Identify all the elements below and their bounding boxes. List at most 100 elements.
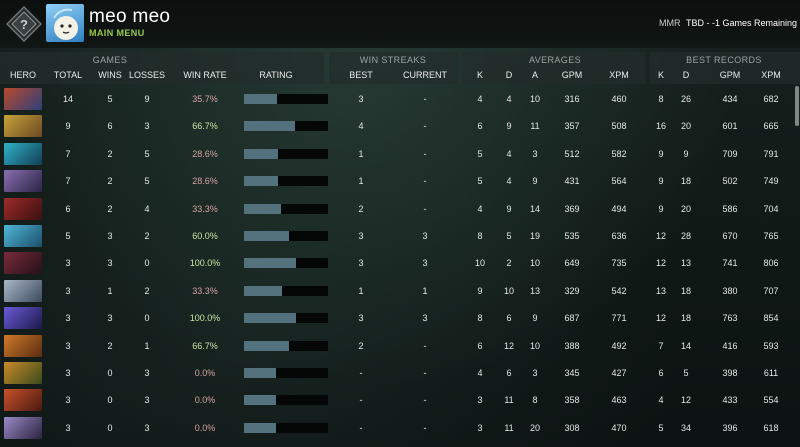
- hero-portrait[interactable]: [4, 170, 42, 193]
- avg-kills-cell: 4: [477, 203, 483, 214]
- hero-portrait[interactable]: [4, 197, 42, 220]
- table-row[interactable]: 5 3 2 60.0% 3 3 8 5 19 535 636 12 28 670 765: [0, 223, 800, 250]
- best-deaths-cell: 14: [680, 340, 691, 351]
- col-best-xpm[interactable]: XPM: [756, 70, 786, 80]
- col-best-kills[interactable]: K: [651, 70, 671, 80]
- table-row[interactable]: 9 6 3 66.7% 4 - 6 9 11 357 508 16 20 601 665: [0, 113, 800, 140]
- hero-portrait[interactable]: [4, 416, 42, 439]
- avg-xpm-cell: 542: [611, 285, 627, 296]
- avg-deaths-cell: 4: [506, 148, 512, 159]
- best-xpm-cell: 765: [763, 231, 779, 241]
- avg-xpm-cell: 427: [611, 368, 627, 378]
- hero-portrait[interactable]: [4, 88, 42, 110]
- hero-portrait[interactable]: [4, 225, 42, 247]
- col-deaths[interactable]: D: [499, 70, 519, 80]
- wins-cell: 0: [107, 368, 113, 378]
- col-xpm[interactable]: XPM: [604, 70, 634, 80]
- best-gpm-cell: 380: [722, 285, 738, 296]
- wins-cell: 3: [107, 313, 113, 324]
- avg-kills-cell: 8: [477, 313, 483, 324]
- win-rate-cell: 28.6%: [192, 176, 218, 187]
- hero-portrait[interactable]: [4, 142, 42, 165]
- table-row[interactable]: 3 0 3 0.0% - - 3 11 8 358 463 4 12 433 554: [0, 387, 800, 414]
- table-row[interactable]: 14 5 9 35.7% 3 - 4 4 10 316 460 8 26 434 682: [0, 86, 800, 113]
- table-row[interactable]: 7 2 5 28.6% 1 - 5 4 9 431 564 9 18 502 749: [0, 168, 800, 195]
- col-wins[interactable]: WINS: [92, 70, 128, 80]
- total-games-cell: 7: [65, 176, 71, 187]
- table-row[interactable]: 3 0 3 0.0% - - 3 11 20 308 470 5 34 396 618: [0, 415, 800, 442]
- losses-cell: 5: [144, 148, 150, 159]
- best-gpm-cell: 416: [722, 340, 738, 351]
- col-streak-current[interactable]: CURRENT: [400, 70, 450, 80]
- mmr-value: TBD - -1 Games Remaining: [686, 18, 798, 28]
- avatar[interactable]: [46, 4, 84, 42]
- best-kills-cell: 9: [658, 176, 664, 187]
- col-gpm[interactable]: GPM: [557, 70, 587, 80]
- scrollbar-thumb[interactable]: [795, 86, 799, 126]
- table-row[interactable]: 6 2 4 33.3% 2 - 4 9 14 369 494 9 20 586 704: [0, 196, 800, 223]
- streak-current-cell: -: [423, 121, 427, 132]
- avg-kills-cell: 4: [477, 368, 483, 378]
- main-menu-link[interactable]: MAIN MENU: [89, 28, 145, 38]
- table-row[interactable]: 3 3 0 100.0% 3 3 8 6 9 687 771 12 18 763 854: [0, 305, 800, 332]
- losses-cell: 3: [144, 121, 150, 132]
- best-xpm-cell: 707: [763, 285, 779, 296]
- col-win-rate[interactable]: WIN RATE: [180, 70, 230, 80]
- best-gpm-cell: 398: [722, 368, 738, 378]
- col-streak-best[interactable]: BEST: [341, 70, 381, 80]
- avg-xpm-cell: 463: [611, 395, 627, 406]
- avg-xpm-cell: 735: [611, 258, 627, 269]
- best-kills-cell: 12: [655, 313, 666, 324]
- best-deaths-cell: 28: [680, 231, 691, 241]
- best-kills-cell: 9: [658, 148, 664, 159]
- rank-medal-icon[interactable]: ?: [6, 6, 42, 42]
- avg-kills-cell: 4: [477, 94, 483, 104]
- table-row[interactable]: 3 1 2 33.3% 1 1 9 10 13 329 542 13 18 380 707: [0, 278, 800, 305]
- table-row[interactable]: 3 2 1 66.7% 2 - 6 12 10 388 492 7 14 416 593: [0, 333, 800, 360]
- col-hero[interactable]: HERO: [4, 70, 42, 80]
- wins-cell: 2: [107, 340, 113, 351]
- table-row[interactable]: 3 0 3 0.0% - - 4 6 3 345 427 6 5 398 611: [0, 360, 800, 387]
- hero-portrait[interactable]: [4, 115, 42, 138]
- avg-kills-cell: 3: [477, 395, 483, 406]
- best-deaths-cell: 9: [683, 148, 689, 159]
- col-rating[interactable]: RATING: [256, 70, 296, 80]
- win-rate-cell: 28.6%: [192, 148, 218, 159]
- avg-gpm-cell: 512: [564, 148, 580, 159]
- table-row[interactable]: 3 3 0 100.0% 3 3 10 2 10 649 735 12 13 741 806: [0, 250, 800, 277]
- hero-portrait[interactable]: [4, 362, 42, 384]
- best-gpm-cell: 433: [722, 395, 738, 406]
- hero-portrait[interactable]: [4, 279, 42, 302]
- avg-kills-cell: 8: [477, 231, 483, 241]
- win-rate-cell: 60.0%: [192, 231, 218, 241]
- avg-kills-cell: 3: [477, 422, 483, 433]
- col-losses[interactable]: LOSSES: [127, 70, 167, 80]
- col-assists[interactable]: A: [525, 70, 545, 80]
- streak-best-cell: -: [359, 395, 363, 406]
- avg-deaths-cell: 2: [506, 258, 512, 269]
- hero-portrait[interactable]: [4, 334, 42, 357]
- hero-portrait[interactable]: [4, 252, 42, 275]
- rating-bar: [244, 176, 328, 187]
- col-total[interactable]: TOTAL: [50, 70, 86, 80]
- rating-bar-fill: [244, 121, 296, 132]
- avg-assists-cell: 10: [529, 340, 540, 351]
- avg-deaths-cell: 9: [506, 121, 512, 132]
- col-best-deaths[interactable]: D: [676, 70, 696, 80]
- hero-portrait[interactable]: [4, 389, 42, 412]
- rating-bar: [244, 395, 328, 406]
- streak-best-cell: 2: [358, 203, 364, 214]
- streak-best-cell: 4: [358, 121, 364, 132]
- col-kills[interactable]: K: [470, 70, 490, 80]
- losses-cell: 3: [144, 368, 150, 378]
- table-row[interactable]: 7 2 5 28.6% 1 - 5 4 3 512 582 9 9 709 791: [0, 141, 800, 168]
- hero-portrait[interactable]: [4, 307, 42, 330]
- win-rate-cell: 33.3%: [192, 285, 218, 296]
- streak-best-cell: 1: [358, 176, 364, 187]
- best-deaths-cell: 20: [680, 121, 691, 132]
- rating-bar-fill: [244, 231, 289, 241]
- col-best-gpm[interactable]: GPM: [715, 70, 745, 80]
- best-deaths-cell: 18: [680, 313, 691, 324]
- total-games-cell: 3: [65, 340, 71, 351]
- streak-current-cell: -: [423, 94, 427, 104]
